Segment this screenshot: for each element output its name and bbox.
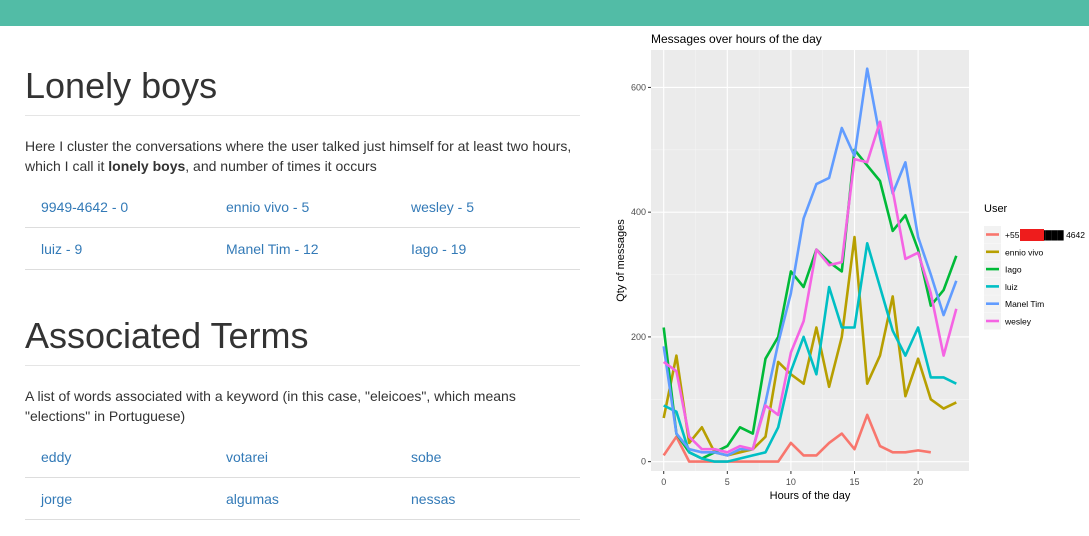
- legend-label: Iago: [1005, 265, 1022, 275]
- x-tick-label: 20: [913, 477, 923, 487]
- section-description: A list of words associated with a keywor…: [25, 388, 516, 424]
- legend-label: Manel Tim: [1005, 299, 1044, 309]
- term-link[interactable]: votarei: [210, 449, 395, 465]
- y-tick-label: 0: [641, 457, 646, 467]
- grid-row: eddy votarei sobe: [25, 436, 580, 478]
- user-link[interactable]: Iago - 19: [395, 241, 580, 257]
- y-tick-label: 400: [631, 207, 646, 217]
- y-axis-label: Qty of messages: [615, 219, 627, 302]
- legend-label: +55 86 █████ 4642: [1005, 230, 1085, 241]
- y-tick-label: 600: [631, 82, 646, 92]
- legend-label: luiz: [1005, 282, 1018, 292]
- chart-title: Messages over hours of the day: [651, 32, 822, 46]
- term-link[interactable]: algumas: [210, 491, 395, 507]
- user-link[interactable]: wesley - 5: [395, 199, 580, 215]
- user-link[interactable]: ennio vivo - 5: [210, 199, 395, 215]
- redaction-mark: [1020, 229, 1044, 241]
- term-link[interactable]: nessas: [395, 491, 580, 507]
- section-description: Here I cluster the conversations where t…: [25, 136, 585, 176]
- section-title-wrap: Lonely boys: [25, 66, 580, 116]
- grid-row: 9949-4642 - 0 ennio vivo - 5 wesley - 5: [25, 186, 580, 228]
- section-title: Associated Terms: [25, 315, 309, 356]
- terms-grid: eddy votarei sobe jorge algumas nessas: [25, 436, 580, 520]
- user-link[interactable]: Manel Tim - 12: [210, 241, 395, 257]
- user-link[interactable]: 9949-4642 - 0: [25, 199, 210, 215]
- x-tick-label: 0: [661, 477, 666, 487]
- description-text-end: , and number of times it occurs: [185, 158, 377, 174]
- term-link[interactable]: jorge: [25, 491, 210, 507]
- x-tick-label: 10: [786, 477, 796, 487]
- user-count-grid: 9949-4642 - 0 ennio vivo - 5 wesley - 5 …: [25, 186, 580, 270]
- legend-label: ennio vivo: [1005, 247, 1044, 257]
- x-axis-label: Hours of the day: [770, 490, 851, 502]
- messages-chart: Messages over hours of the day 0 5 10 15 20 0 2…: [600, 26, 1089, 531]
- legend-label: wesley: [1004, 317, 1032, 327]
- term-link[interactable]: sobe: [395, 449, 580, 465]
- y-tick-label: 200: [631, 332, 646, 342]
- x-tick-label: 15: [850, 477, 860, 487]
- grid-row: luiz - 9 Manel Tim - 12 Iago - 19: [25, 228, 580, 270]
- chart-svg: Messages over hours of the day0 5 10 15 2002…: [615, 32, 1085, 502]
- x-tick-label: 5: [725, 477, 730, 487]
- section-title: Lonely boys: [25, 65, 218, 106]
- section-title-wrap: Associated Terms: [25, 316, 580, 366]
- legend-title: User: [984, 203, 1008, 215]
- term-link[interactable]: eddy: [25, 449, 210, 465]
- description-bold-text: lonely boys: [108, 158, 186, 174]
- grid-row: jorge algumas nessas: [25, 478, 580, 520]
- top-navbar: [0, 0, 1089, 26]
- user-link[interactable]: luiz - 9: [25, 241, 210, 257]
